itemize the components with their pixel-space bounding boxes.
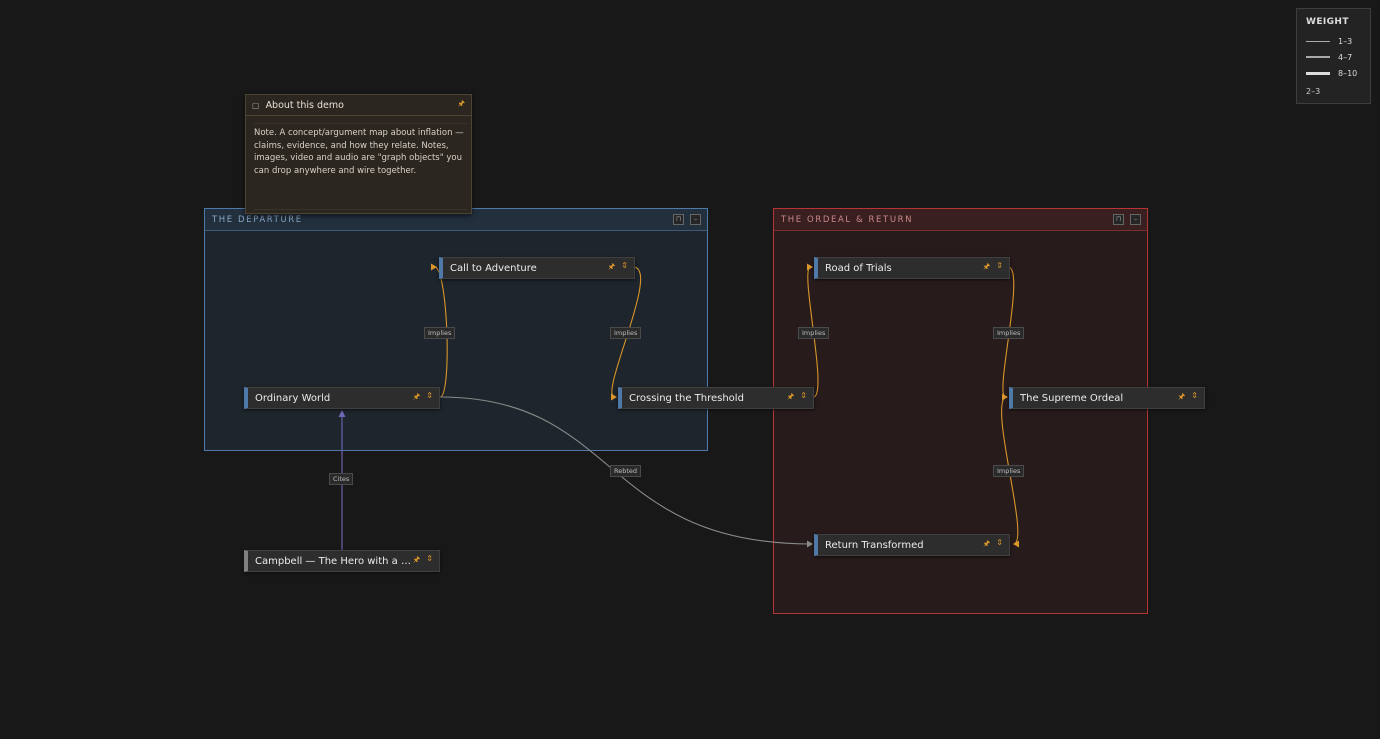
expand-icon[interactable]: ⇕ bbox=[996, 538, 1003, 552]
group-title: THE ORDEAL & RETURN bbox=[774, 209, 1147, 231]
lock-icon[interactable]: ⊓ bbox=[1113, 214, 1124, 225]
node-ordinary-world[interactable]: Ordinary World 🖈 ⇕ bbox=[244, 387, 440, 409]
legend-title: WEIGHT bbox=[1306, 17, 1349, 27]
pin-icon[interactable]: 🖈 bbox=[983, 538, 990, 552]
edge-label-rebuts[interactable]: Rebted bbox=[610, 465, 642, 477]
pin-icon[interactable]: 🖈 bbox=[413, 391, 420, 405]
expand-icon[interactable]: ⇕ bbox=[426, 554, 433, 568]
legend-label: 1–3 bbox=[1338, 36, 1353, 46]
pin-icon[interactable]: 🖈 bbox=[608, 261, 615, 275]
edge-label-cites[interactable]: Cites bbox=[329, 473, 354, 485]
legend-line-medium bbox=[1306, 56, 1330, 58]
pin-icon[interactable]: 🖈 bbox=[983, 261, 990, 275]
collapse-icon[interactable]: – bbox=[690, 214, 701, 225]
node-label: The Supreme Ordeal bbox=[1020, 392, 1124, 404]
edge-label-implies[interactable]: Implies bbox=[993, 465, 1025, 477]
legend-label: 8–10 bbox=[1338, 68, 1358, 78]
expand-icon[interactable]: ⇕ bbox=[621, 261, 628, 275]
legend-row: 8–10 bbox=[1306, 65, 1361, 81]
edge-label-implies[interactable]: Implies bbox=[798, 327, 830, 339]
node-label: Campbell — The Hero with a Tho… bbox=[255, 555, 413, 567]
edge-label-implies[interactable]: Implies bbox=[993, 327, 1025, 339]
note-title: About this demo bbox=[265, 99, 344, 111]
node-campbell-source[interactable]: Campbell — The Hero with a Tho… 🖈 ⇕ bbox=[244, 550, 440, 572]
weight-legend: WEIGHT 1–3 4–7 8–10 2–3 bbox=[1296, 8, 1371, 104]
node-the-supreme-ordeal[interactable]: The Supreme Ordeal 🖈 ⇕ bbox=[1009, 387, 1205, 409]
node-label: Call to Adventure bbox=[450, 262, 537, 274]
legend-label: 4–7 bbox=[1338, 52, 1353, 62]
node-road-of-trials[interactable]: Road of Trials 🖈 ⇕ bbox=[814, 257, 1010, 279]
edge-label-implies[interactable]: Implies bbox=[424, 327, 456, 339]
expand-icon[interactable]: ⇕ bbox=[1191, 391, 1198, 405]
lock-icon[interactable]: ⊓ bbox=[673, 214, 684, 225]
node-call-to-adventure[interactable]: Call to Adventure 🖈 ⇕ bbox=[439, 257, 635, 279]
pin-icon[interactable]: 🖈 bbox=[458, 98, 465, 112]
expand-icon[interactable]: ⇕ bbox=[426, 391, 433, 405]
pin-icon[interactable]: 🖈 bbox=[787, 391, 794, 405]
node-label: Ordinary World bbox=[255, 392, 331, 404]
note-body: Note. A concept/argument map about infla… bbox=[254, 123, 467, 210]
node-crossing-the-threshold[interactable]: Crossing the Threshold 🖈 ⇕ bbox=[618, 387, 814, 409]
expand-icon[interactable]: ⇕ bbox=[800, 391, 807, 405]
legend-footer: 2–3 bbox=[1306, 87, 1321, 96]
edge-label-implies[interactable]: Implies bbox=[610, 327, 642, 339]
node-return-transformed[interactable]: Return Transformed 🖈 ⇕ bbox=[814, 534, 1010, 556]
legend-line-thin bbox=[1306, 40, 1330, 42]
pin-icon[interactable]: 🖈 bbox=[1178, 391, 1185, 405]
legend-row: 4–7 bbox=[1306, 49, 1361, 65]
expand-icon[interactable]: ⇕ bbox=[996, 261, 1003, 275]
pin-icon[interactable]: 🖈 bbox=[413, 554, 420, 568]
legend-row: 1–3 bbox=[1306, 33, 1361, 49]
legend-line-thick bbox=[1306, 71, 1330, 75]
collapse-icon[interactable]: – bbox=[1130, 214, 1141, 225]
note-card[interactable]: ▢ About this demo 🖈 Note. A concept/argu… bbox=[245, 94, 472, 214]
node-label: Crossing the Threshold bbox=[629, 392, 744, 404]
document-icon: ▢ bbox=[252, 100, 260, 110]
node-label: Road of Trials bbox=[825, 262, 892, 274]
node-label: Return Transformed bbox=[825, 539, 924, 551]
